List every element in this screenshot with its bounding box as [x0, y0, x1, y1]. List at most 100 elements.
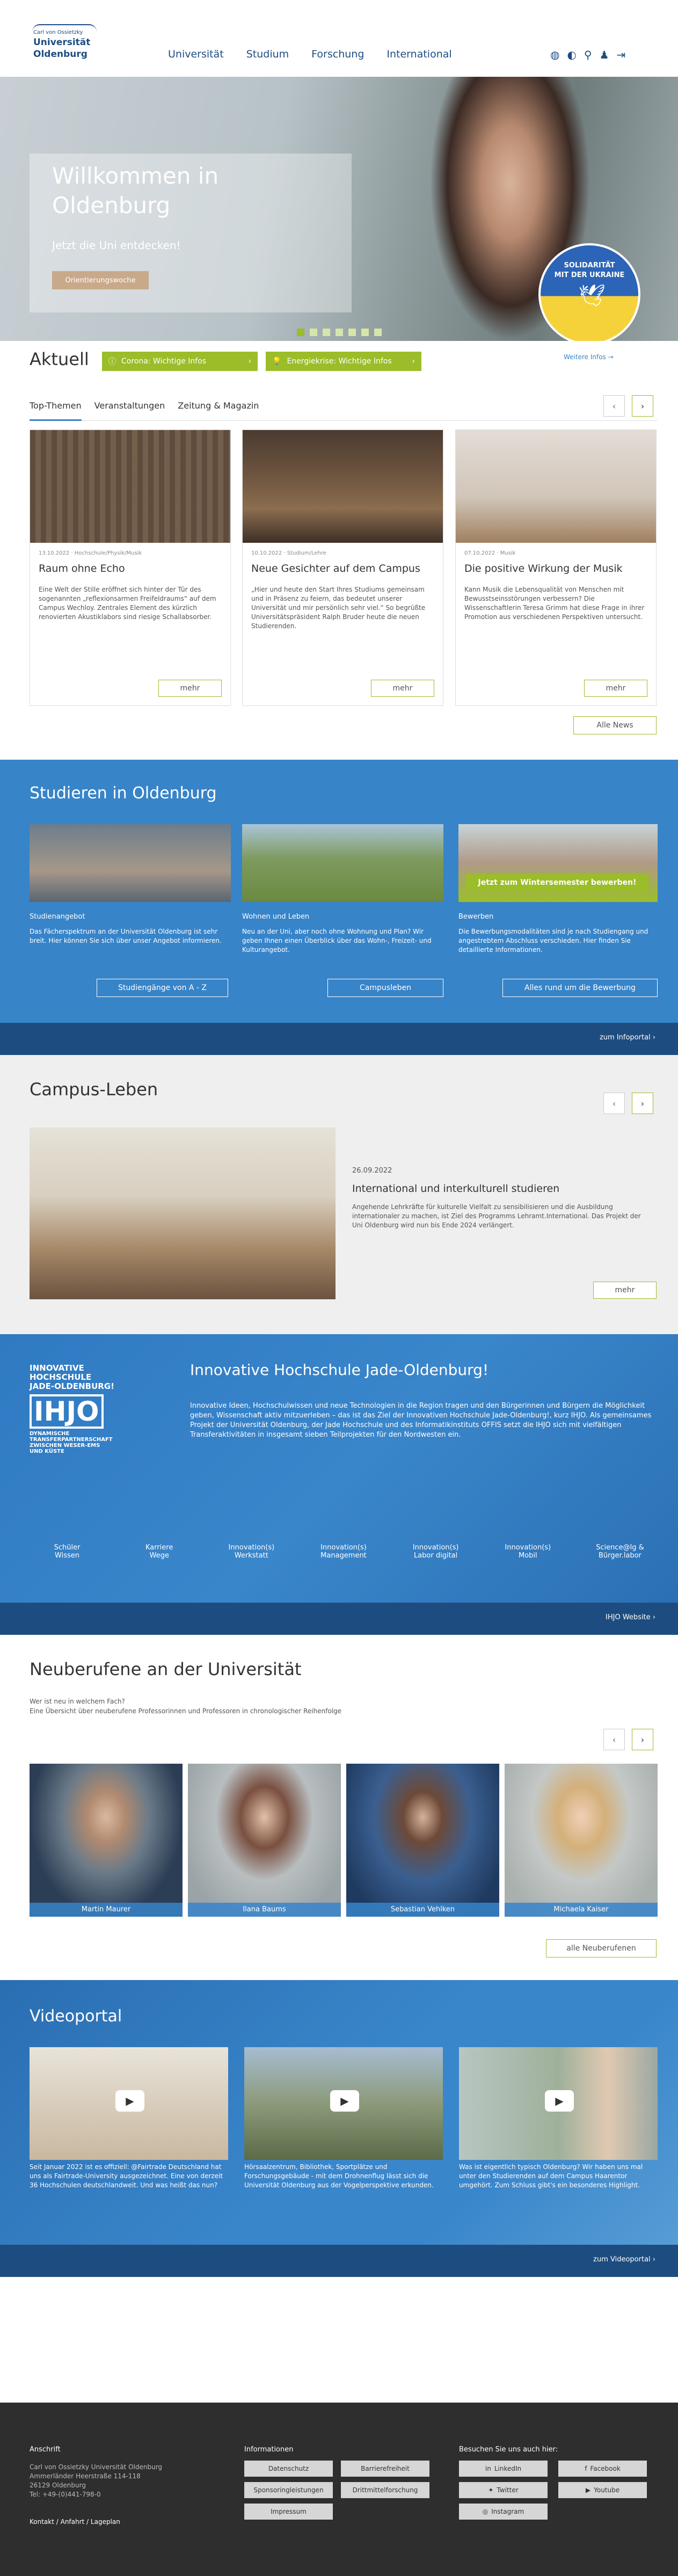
bewerbung-button[interactable]: Alles rund um die Bewerbung: [502, 979, 658, 997]
news-card-more-button[interactable]: mehr: [371, 680, 434, 697]
hero-title-1: Willkommen in: [52, 163, 219, 189]
news-card-title: Raum ohne Echo: [39, 563, 125, 574]
social-facebook[interactable]: f Facebook: [558, 2461, 647, 2477]
hero-title-2: Oldenburg: [52, 192, 171, 219]
footer-contact-link[interactable]: Kontakt / Anfahrt / Lageplan: [30, 2518, 120, 2526]
nav-forschung[interactable]: Forschung: [311, 48, 364, 64]
campus-date: 26.09.2022: [352, 1167, 392, 1175]
tab-top-themen[interactable]: Top-Themen: [30, 397, 82, 421]
nav-studium[interactable]: Studium: [246, 48, 289, 64]
person-card[interactable]: Michaela Kaiser: [505, 1764, 658, 1917]
login-icon[interactable]: ⇥: [617, 48, 626, 61]
news-card[interactable]: 07.10.2022 · Musik Die positive Wirkung …: [455, 430, 657, 706]
footer-btn-drittmittel[interactable]: Drittmittelforschung: [341, 2482, 429, 2498]
footer-btn-datenschutz[interactable]: Datenschutz: [244, 2461, 333, 2477]
studieren-col-head: Wohnen und Leben: [242, 913, 310, 921]
campus-title: Campus-Leben: [30, 1079, 158, 1100]
globe-icon[interactable]: ◍: [550, 48, 559, 61]
aktuell-next-button[interactable]: ›: [632, 395, 653, 417]
address-line: Tel: +49-(0)441-798-0: [30, 2491, 101, 2498]
ihjo-website-link[interactable]: IHJO Website ›: [606, 1613, 655, 1621]
nav-international[interactable]: International: [387, 48, 451, 64]
video-title: Videoportal: [30, 2007, 122, 2026]
energie-button[interactable]: 💡 Energiekrise: Wichtige Infos ›: [266, 352, 421, 371]
studieren-col-text: Neu an der Uni, aber noch ohne Wohnung u…: [242, 928, 432, 954]
ihjo-bar: IHJO Website ›: [0, 1603, 678, 1635]
aktuell-prev-button[interactable]: ‹: [603, 395, 625, 417]
person-card[interactable]: Sebastian Vehlken: [346, 1764, 499, 1917]
logo[interactable]: Carl von Ossietzky Universität Oldenburg: [30, 24, 100, 64]
tab-zeitung[interactable]: Zeitung & Magazin: [178, 397, 259, 420]
videoportal-link[interactable]: zum Videoportal ›: [593, 2255, 655, 2264]
person-card[interactable]: Ilana Baums: [188, 1764, 341, 1917]
slider-dot[interactable]: [348, 329, 356, 336]
footer-social-head: Besuchen Sie uns auch hier:: [459, 2446, 558, 2454]
campus-more-button[interactable]: mehr: [593, 1282, 657, 1299]
social-instagram[interactable]: ◎ Instagram: [459, 2504, 548, 2520]
corona-button[interactable]: ⓘ Corona: Wichtige Infos ›: [102, 352, 258, 371]
ihjo-item[interactable]: Karriere Wege: [122, 1544, 197, 1560]
hero: Willkommen in Oldenburg Jetzt die Uni en…: [0, 77, 678, 341]
videoportal-bar: zum Videoportal ›: [0, 2245, 678, 2277]
hero-subtitle: Jetzt die Uni entdecken!: [52, 239, 181, 252]
neu-next-button[interactable]: ›: [632, 1729, 653, 1750]
slider-dot[interactable]: [297, 329, 304, 336]
ihjo-item[interactable]: Innovation(s) Management: [306, 1544, 381, 1560]
play-icon[interactable]: ▶: [115, 2090, 144, 2112]
video-card[interactable]: ▶: [30, 2047, 228, 2160]
footer: Anschrift Carl von Ossietzky Universität…: [0, 2403, 678, 2576]
neu-line2: Eine Übersicht über neuberufene Professo…: [30, 1707, 342, 1715]
ukraine-badge[interactable]: SOLIDARITÄT MIT DER UKRAINE 🕊: [538, 243, 640, 341]
person-card[interactable]: Martin Maurer: [30, 1764, 183, 1917]
campusleben-button[interactable]: Campusleben: [327, 979, 443, 997]
social-twitter[interactable]: ✦ Twitter: [459, 2482, 548, 2498]
bewerben-banner[interactable]: Jetzt zum Wintersemester bewerben!: [466, 874, 648, 891]
campus-prev-button[interactable]: ‹: [603, 1093, 625, 1114]
dove-icon: 🕊: [578, 283, 606, 308]
slider-dot[interactable]: [374, 329, 382, 336]
footer-btn-barrierefreiheit[interactable]: Barrierefreiheit: [341, 2461, 429, 2477]
all-news-button[interactable]: Alle News: [573, 716, 657, 734]
tab-veranstaltungen[interactable]: Veranstaltungen: [94, 397, 165, 420]
footer-btn-impressum[interactable]: Impressum: [244, 2504, 333, 2520]
ihjo-item[interactable]: Science@Ig & Bürger.labor: [582, 1544, 658, 1560]
ukraine-more-link[interactable]: Weitere Infos →: [564, 353, 614, 361]
ihjo-section: INNOVATIVE HOCHSCHULE JADE-OLDENBURG! IH…: [0, 1334, 678, 1635]
campus-image: [30, 1127, 336, 1299]
video-card[interactable]: ▶: [244, 2047, 443, 2160]
infoportal-link[interactable]: zum Infoportal ›: [600, 1034, 655, 1042]
ihjo-item[interactable]: Innovation(s) Werkstatt: [214, 1544, 289, 1560]
news-card-more-button[interactable]: mehr: [584, 680, 647, 697]
person-icon[interactable]: ♟: [600, 48, 609, 61]
news-card[interactable]: 10.10.2022 · Studium/Lehre Neue Gesichte…: [242, 430, 443, 706]
slider-dot[interactable]: [323, 329, 330, 336]
contrast-icon[interactable]: ◐: [567, 48, 576, 61]
ihjo-item[interactable]: Innovation(s) Labor digital: [398, 1544, 473, 1560]
news-card[interactable]: 13.10.2022 · Hochschule/Physik/Musik Rau…: [30, 430, 231, 706]
play-icon[interactable]: ▶: [545, 2090, 574, 2112]
hero-cta-button[interactable]: Orientierungswoche: [52, 271, 149, 289]
footer-btn-sponsoring[interactable]: Sponsoringleistungen: [244, 2482, 333, 2498]
ihjo-item[interactable]: Schüler Wissen: [30, 1544, 105, 1560]
slider-dot[interactable]: [361, 329, 369, 336]
social-linkedin[interactable]: in LinkedIn: [459, 2461, 548, 2477]
studiengaenge-button[interactable]: Studiengänge von A - Z: [97, 979, 228, 997]
social-youtube[interactable]: ▶ Youtube: [558, 2482, 647, 2498]
studieren-col-text: Das Fächerspektrum an der Universität Ol…: [30, 928, 222, 944]
address-line: Carl von Ossietzky Universität Oldenburg: [30, 2463, 163, 2471]
ihjo-item[interactable]: Innovation(s) Mobil: [490, 1544, 565, 1560]
nav-universitaet[interactable]: Universität: [168, 48, 224, 64]
search-icon[interactable]: ⚲: [584, 48, 592, 61]
campus-next-button[interactable]: ›: [632, 1093, 653, 1114]
news-card-title: Die positive Wirkung der Musik: [464, 563, 623, 574]
neu-prev-button[interactable]: ‹: [603, 1729, 625, 1750]
play-icon[interactable]: ▶: [330, 2090, 359, 2112]
news-card-meta: 13.10.2022 · Hochschule/Physik/Musik: [39, 550, 142, 556]
slider-dot[interactable]: [310, 329, 317, 336]
slider-dot[interactable]: [336, 329, 343, 336]
video-card[interactable]: ▶: [459, 2047, 658, 2160]
all-neuberufene-button[interactable]: alle Neuberufenen: [546, 1939, 657, 1958]
header: Carl von Ossietzky Universität Oldenburg…: [0, 0, 678, 77]
logo-line2: Oldenburg: [33, 49, 88, 60]
news-card-more-button[interactable]: mehr: [158, 680, 222, 697]
